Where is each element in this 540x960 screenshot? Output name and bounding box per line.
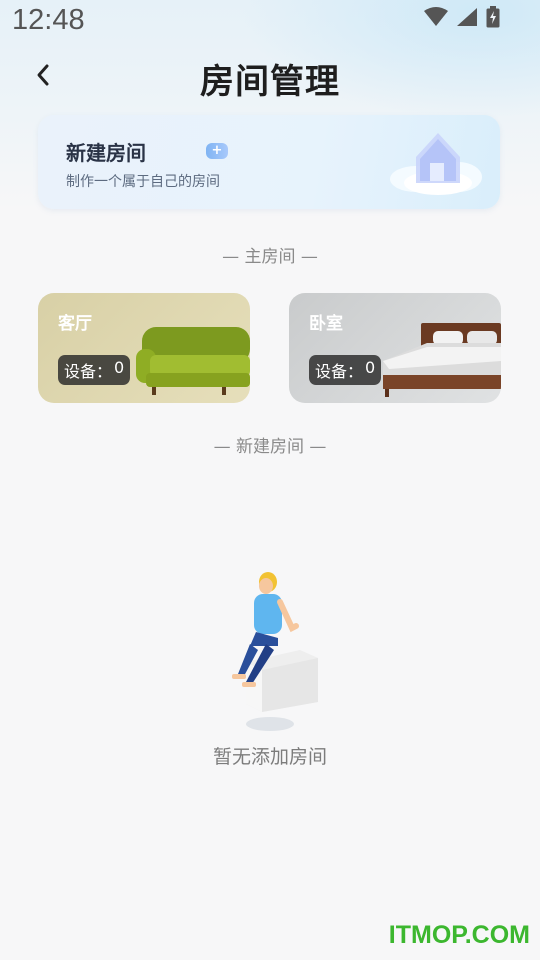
room-name: 卧室	[309, 314, 343, 334]
new-room-subtitle: 制作一个属于自己的房间	[66, 174, 220, 190]
status-time: 12:48	[12, 4, 85, 36]
device-count: 0	[114, 358, 125, 377]
section-new-rooms: — 新建房间 —	[213, 437, 327, 457]
room-card-living[interactable]: 客厅 设备： 0	[38, 293, 250, 403]
room-card-bedroom[interactable]: 卧室 设备： 0	[289, 293, 501, 403]
device-count-badge: 设备： 0	[309, 355, 382, 385]
section-main-rooms: — 主房间 —	[222, 247, 318, 267]
room-name: 客厅	[58, 314, 92, 334]
device-label: 设备：	[315, 362, 364, 381]
empty-state-illustration	[216, 566, 326, 740]
status-bar: 12:48	[0, 0, 540, 46]
sofa-illustration	[132, 321, 250, 403]
signal-icon	[456, 7, 478, 31]
page-title: 房间管理	[200, 62, 340, 102]
status-icons	[424, 6, 500, 32]
device-count-badge: 设备： 0	[58, 355, 131, 385]
new-room-card[interactable]: 新建房间 + 制作一个属于自己的房间	[38, 115, 500, 209]
device-count: 0	[365, 358, 376, 377]
battery-icon	[486, 6, 500, 32]
bed-illustration	[381, 321, 501, 403]
empty-state-text: 暂无添加房间	[212, 746, 327, 768]
navigation-bar: 房间管理	[0, 48, 540, 104]
new-room-title: 新建房间	[66, 141, 146, 165]
plus-badge: +	[206, 143, 228, 159]
device-label: 设备：	[64, 362, 113, 381]
wifi-icon	[424, 7, 448, 31]
house-cloud-illustration	[386, 127, 486, 201]
watermark: ITMOP.COM	[388, 921, 530, 949]
